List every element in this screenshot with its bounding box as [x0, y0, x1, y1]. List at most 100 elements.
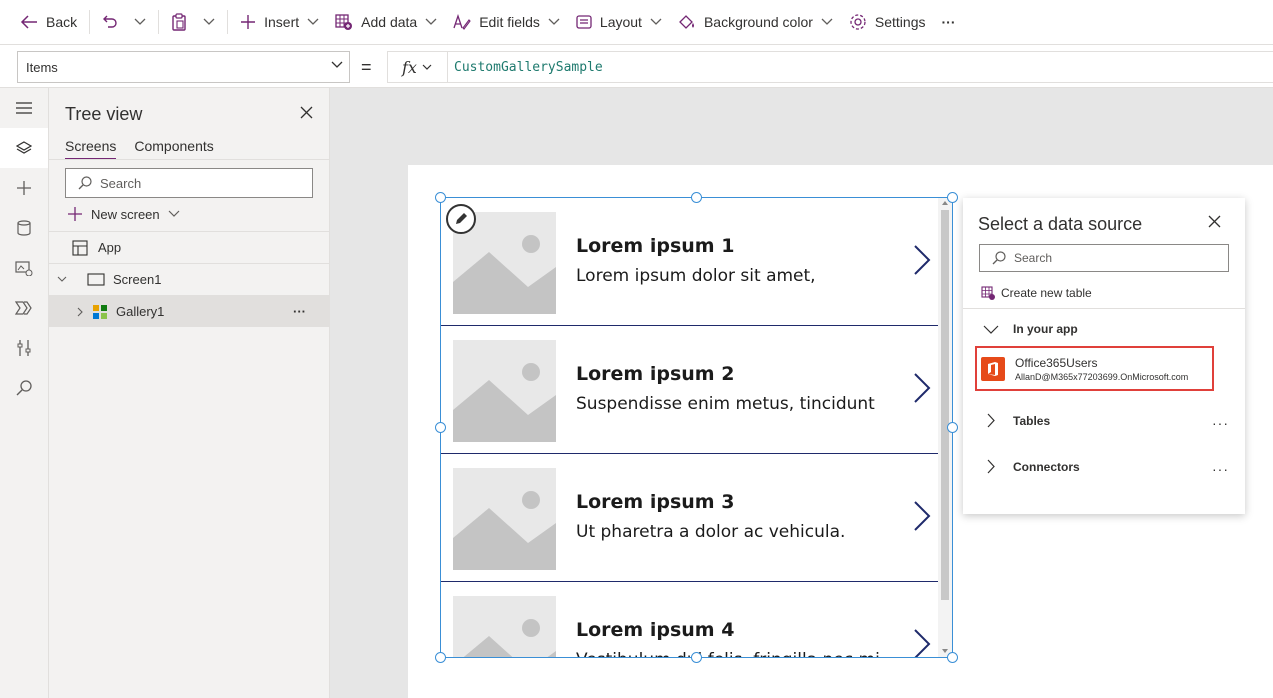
- formula-input[interactable]: CustomGallerySample: [447, 51, 1273, 83]
- tree-item-label: Screen1: [113, 272, 162, 287]
- resize-handle[interactable]: [947, 652, 958, 663]
- tabs-divider: [49, 159, 330, 160]
- resize-handle[interactable]: [691, 652, 702, 663]
- paste-button[interactable]: [163, 6, 195, 38]
- gallery-control[interactable]: Lorem ipsum 1 Lorem ipsum dolor sit amet…: [440, 197, 953, 658]
- edit-gallery-button[interactable]: [446, 204, 476, 234]
- search-rail-button[interactable]: [0, 368, 48, 408]
- gallery-item[interactable]: Lorem ipsum 2 Suspendisse enim metus, ti…: [441, 326, 939, 454]
- create-new-table-button[interactable]: Create new table: [981, 286, 1092, 300]
- undo-dropdown-button[interactable]: [126, 6, 154, 38]
- layout-label: Layout: [599, 14, 642, 30]
- data-source-search-input[interactable]: Search: [979, 244, 1229, 272]
- media-rail-button[interactable]: [0, 248, 48, 288]
- search-placeholder: Search: [1014, 251, 1053, 265]
- settings-button[interactable]: Settings: [841, 6, 934, 38]
- item-subtitle: Ut pharetra a dolor ac vehicula.: [576, 522, 846, 542]
- paste-dropdown-button[interactable]: [195, 6, 223, 38]
- tables-more-button[interactable]: ···: [1212, 415, 1229, 431]
- more-icon[interactable]: ···: [293, 304, 306, 319]
- gallery-icon: [93, 304, 107, 319]
- resize-handle[interactable]: [435, 192, 446, 203]
- image-placeholder: [453, 340, 556, 442]
- app-icon: [72, 239, 88, 256]
- chevron-right-icon[interactable]: [913, 628, 931, 658]
- panel-title: Select a data source: [978, 214, 1143, 234]
- close-panel-button[interactable]: [1208, 215, 1221, 228]
- resize-handle[interactable]: [435, 652, 446, 663]
- chevron-right-icon[interactable]: [913, 500, 931, 532]
- item-subtitle: Vestibulum dui felis, fringilla nec mi: [576, 650, 880, 657]
- resize-handle[interactable]: [691, 192, 702, 203]
- in-your-app-section[interactable]: In your app: [983, 322, 1078, 336]
- tree-tabs: Screens Components: [65, 138, 214, 160]
- image-placeholder-icon: [453, 491, 556, 570]
- resize-handle[interactable]: [947, 192, 958, 203]
- gallery-item[interactable]: Lorem ipsum 4 Vestibulum dui felis, frin…: [441, 582, 939, 658]
- screen-icon: [87, 273, 105, 286]
- chevron-right-icon: [77, 307, 83, 316]
- settings-label: Settings: [874, 14, 926, 30]
- add-data-button[interactable]: Add data: [327, 6, 445, 38]
- background-color-button[interactable]: Background color: [670, 6, 841, 38]
- more-icon: ···: [941, 14, 956, 30]
- tree-search-input[interactable]: Search: [65, 168, 313, 198]
- layout-button[interactable]: Layout: [568, 6, 670, 38]
- edit-fields-button[interactable]: Edit fields: [445, 6, 568, 38]
- new-screen-button[interactable]: New screen: [67, 206, 180, 222]
- clipboard-icon: [172, 13, 186, 31]
- tab-components[interactable]: Components: [134, 138, 213, 160]
- tree-view-title: Tree view: [65, 104, 143, 124]
- undo-button[interactable]: [94, 6, 126, 38]
- advanced-tools-rail-button[interactable]: [0, 328, 48, 368]
- property-dropdown[interactable]: Items: [17, 51, 350, 83]
- create-new-table-label: Create new table: [1001, 286, 1092, 300]
- scroll-down-icon[interactable]: [942, 649, 948, 653]
- scroll-thumb[interactable]: [941, 210, 949, 600]
- tree-view-button[interactable]: [0, 128, 48, 168]
- connectors-section[interactable]: Connectors: [983, 459, 1080, 474]
- tree-view-pane: Tree view Screens Components Search New …: [49, 88, 330, 698]
- search-icon: [78, 176, 92, 190]
- fx-icon: fx: [402, 57, 417, 77]
- select-data-source-panel: Select a data source Search Create new t…: [963, 198, 1245, 514]
- chevron-down-icon: [422, 64, 432, 70]
- database-icon: [17, 220, 31, 236]
- insert-rail-button[interactable]: [0, 168, 48, 208]
- chevron-right-icon[interactable]: [913, 372, 931, 404]
- close-icon: [300, 106, 313, 119]
- chevron-down-icon: [307, 18, 319, 25]
- chevron-down-icon: [57, 276, 67, 282]
- tables-section[interactable]: Tables: [983, 413, 1050, 428]
- more-commands-button[interactable]: ···: [934, 6, 964, 38]
- power-automate-rail-button[interactable]: [0, 288, 48, 328]
- insert-button[interactable]: Insert: [232, 6, 327, 38]
- tab-screens[interactable]: Screens: [65, 138, 117, 160]
- section-label: In your app: [1013, 322, 1078, 336]
- office365users-connection[interactable]: Office365Users AllanD@M365x77203699.OnMi…: [975, 346, 1214, 391]
- connectors-more-button[interactable]: ···: [1212, 461, 1229, 477]
- tree-item-gallery1[interactable]: Gallery1 ···: [49, 295, 330, 327]
- hamburger-menu-button[interactable]: [0, 88, 48, 128]
- chevron-down-icon: [134, 18, 146, 25]
- close-tree-view-button[interactable]: [300, 106, 313, 119]
- add-data-icon: [335, 14, 353, 30]
- back-button[interactable]: Back: [12, 6, 85, 38]
- tree-item-app[interactable]: App: [49, 231, 330, 263]
- gallery-item[interactable]: Lorem ipsum 3 Ut pharetra a dolor ac veh…: [441, 454, 939, 582]
- chevron-down-icon: [203, 18, 215, 25]
- connection-account: AllanD@M365x77203699.OnMicrosoft.com: [1015, 372, 1189, 382]
- chevron-down-icon: [821, 18, 833, 25]
- gallery-item[interactable]: Lorem ipsum 1 Lorem ipsum dolor sit amet…: [441, 198, 939, 326]
- image-placeholder: [453, 596, 556, 657]
- chevron-right-icon[interactable]: [913, 244, 931, 276]
- resize-handle[interactable]: [435, 422, 446, 433]
- new-screen-label: New screen: [91, 206, 160, 222]
- resize-handle[interactable]: [947, 422, 958, 433]
- equals-sign: =: [361, 57, 372, 77]
- tree-item-screen1[interactable]: Screen1: [49, 263, 330, 295]
- fx-button[interactable]: fx: [387, 51, 447, 83]
- data-rail-button[interactable]: [0, 208, 48, 248]
- media-icon: [15, 261, 33, 276]
- scroll-up-icon[interactable]: [942, 201, 948, 205]
